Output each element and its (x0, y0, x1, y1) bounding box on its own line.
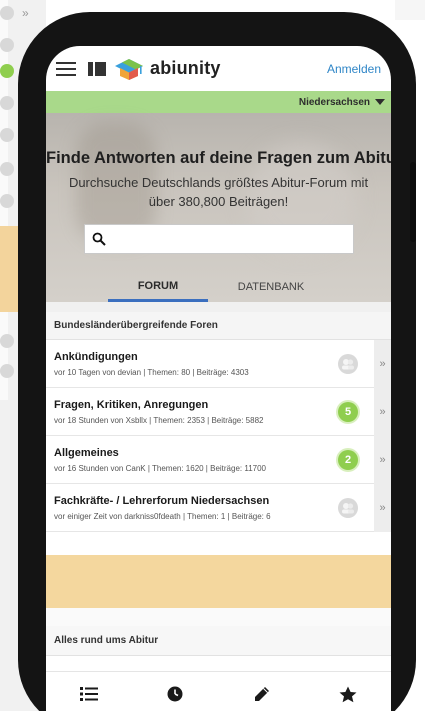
hamburger-menu-icon[interactable] (56, 61, 76, 76)
forum-row[interactable]: Allgemeines vor 16 Stunden von CanK | Th… (46, 436, 391, 484)
tab-forum[interactable]: FORUM (108, 272, 208, 302)
hero-title: Finde Antworten auf deine Fragen zum Abi… (46, 149, 391, 167)
login-link[interactable]: Anmelden (327, 62, 381, 76)
clock-icon[interactable] (132, 672, 218, 711)
background-avatar-icon (0, 334, 14, 348)
state-selector[interactable]: Niedersachsen (46, 91, 391, 113)
phone-side-button (410, 162, 416, 242)
background-chevron-icon: » (22, 6, 29, 20)
phone-screen: abiunity Anmelden Niedersachsen Finde An… (46, 46, 391, 711)
tab-datenbank[interactable]: DATENBANK (221, 272, 321, 302)
chevron-right-icon[interactable]: » (374, 388, 391, 436)
caret-down-icon (375, 99, 385, 105)
new-posts-badge: 5 (338, 402, 358, 422)
forum-title[interactable]: Fragen, Kritiken, Anregungen (54, 399, 208, 411)
hero-subtitle: Durchsuche Deutschlands größtes Abitur-F… (68, 175, 369, 209)
sidebar-toggle-icon[interactable] (88, 61, 106, 76)
forum-title[interactable]: Fachkräfte- / Lehrerforum Niedersachsen (54, 495, 269, 507)
forum-title[interactable]: Allgemeines (54, 447, 119, 459)
spacer (46, 302, 391, 312)
chevron-right-icon[interactable]: » (374, 436, 391, 484)
forum-row[interactable]: Fragen, Kritiken, Anregungen vor 18 Stun… (46, 388, 391, 436)
spacer (46, 608, 391, 626)
forum-row[interactable]: Fachkräfte- / Lehrerforum Niedersachsen … (46, 484, 391, 532)
search-icon (92, 232, 106, 246)
background-badge-icon (0, 64, 14, 78)
search-input[interactable] (84, 224, 354, 254)
forum-meta: vor einiger Zeit von darkniss0fdeath | T… (54, 512, 271, 521)
chevron-right-icon[interactable]: » (374, 484, 391, 532)
star-icon[interactable] (305, 672, 391, 711)
background-avatar-icon (0, 194, 14, 208)
new-posts-badge: 2 (338, 450, 358, 470)
chevron-right-icon[interactable]: » (374, 340, 391, 388)
background-avatar-icon (0, 96, 14, 110)
background-avatar-icon (0, 128, 14, 142)
ad-banner (46, 555, 391, 608)
section-header: Alles rund ums Abitur (46, 626, 391, 656)
logo-text[interactable]: abiunity (150, 58, 221, 79)
background-avatar-icon (0, 6, 14, 20)
forum-meta: vor 10 Tagen von devian | Themen: 80 | B… (54, 368, 249, 377)
screenshot-stage: » abiunity Anmelden Niedersachsen Finde … (0, 0, 425, 711)
forum-row[interactable]: Ankündigungen vor 10 Tagen von devian | … (46, 340, 391, 388)
forum-meta: vor 18 Stunden von Xsbllx | Themen: 2353… (54, 416, 264, 425)
background-corner (395, 0, 425, 20)
top-bar: abiunity Anmelden (46, 46, 391, 91)
background-avatar-icon (0, 38, 14, 52)
background-avatar-icon (0, 364, 14, 378)
forum-meta: vor 16 Stunden von CanK | Themen: 1620 |… (54, 464, 267, 473)
users-icon (338, 498, 358, 518)
graduation-cap-logo-icon (115, 58, 143, 80)
tab-bar: FORUM DATENBANK (46, 272, 391, 302)
forum-title[interactable]: Ankündigungen (54, 351, 138, 363)
background-avatar-icon (0, 162, 14, 176)
bottom-navigation (46, 671, 391, 711)
section-header: Bundesländerübergreifende Foren (46, 312, 391, 340)
users-icon (338, 354, 358, 374)
pencil-icon[interactable] (219, 672, 305, 711)
list-icon[interactable] (46, 672, 132, 711)
state-selector-value: Niedersachsen (298, 96, 370, 108)
